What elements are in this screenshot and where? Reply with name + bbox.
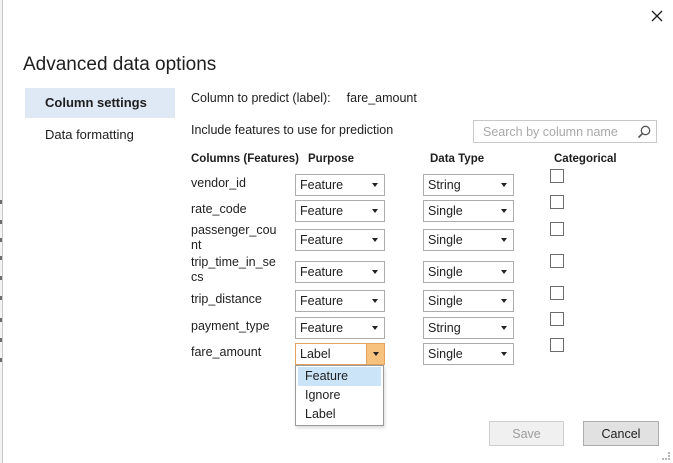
close-button[interactable] xyxy=(647,6,667,26)
column-search xyxy=(473,120,657,143)
chevron-down-icon xyxy=(495,344,513,364)
column-name: trip_distance xyxy=(191,292,262,306)
search-icon[interactable] xyxy=(636,124,652,140)
edge-mark xyxy=(0,256,2,260)
data-type-select[interactable]: Single xyxy=(423,229,514,251)
purpose-select[interactable]: Feature xyxy=(295,261,385,283)
categorical-checkbox[interactable] xyxy=(550,254,564,268)
data-type-value: Single xyxy=(428,233,463,247)
chevron-down-icon[interactable] xyxy=(366,344,384,364)
data-type-select[interactable]: String xyxy=(423,174,514,196)
categorical-checkbox[interactable] xyxy=(550,169,564,183)
chevron-down-icon xyxy=(495,201,513,221)
column-name: passenger_count xyxy=(191,223,277,252)
edge-mark xyxy=(0,338,2,342)
edge-mark xyxy=(0,276,2,280)
chevron-down-icon xyxy=(366,175,384,195)
cancel-button[interactable]: Cancel xyxy=(583,421,659,446)
data-type-select[interactable]: String xyxy=(423,317,514,339)
predict-label: Column to predict (label): xyxy=(191,91,331,105)
predict-value: fare_amount xyxy=(346,91,417,105)
chevron-down-icon xyxy=(366,262,384,282)
purpose-value: Feature xyxy=(300,265,344,279)
purpose-value: Feature xyxy=(300,204,344,218)
data-type-value: Single xyxy=(428,265,463,279)
purpose-select[interactable]: Feature xyxy=(295,317,385,339)
edge-mark xyxy=(0,238,2,242)
categorical-checkbox[interactable] xyxy=(550,338,564,352)
header-purpose: Purpose xyxy=(308,153,355,165)
chevron-down-icon xyxy=(495,230,513,250)
nav-item-column-settings[interactable]: Column settings xyxy=(25,88,175,118)
dropdown-option-label[interactable]: Label xyxy=(298,405,381,424)
purpose-value: Feature xyxy=(300,321,344,335)
chevron-down-icon xyxy=(366,318,384,338)
header-categorical: Categorical xyxy=(554,153,617,165)
dropdown-option-ignore[interactable]: Ignore xyxy=(298,386,381,405)
dropdown-option-feature[interactable]: Feature xyxy=(298,367,381,386)
chevron-down-icon xyxy=(495,262,513,282)
resize-grip-icon[interactable] xyxy=(662,452,670,460)
predict-row: Column to predict (label): fare_amount xyxy=(191,91,417,105)
purpose-select-open[interactable]: Label xyxy=(295,343,385,365)
categorical-checkbox[interactable] xyxy=(550,222,564,236)
data-type-select[interactable]: Single xyxy=(423,290,514,312)
nav-item-data-formatting[interactable]: Data formatting xyxy=(25,120,175,150)
purpose-value: Feature xyxy=(300,294,344,308)
data-type-value: Single xyxy=(428,294,463,308)
edge-mark xyxy=(0,200,2,204)
categorical-checkbox[interactable] xyxy=(550,195,564,209)
column-name: fare_amount xyxy=(191,345,262,359)
edge-mark xyxy=(0,358,2,362)
purpose-value: Feature xyxy=(300,233,344,247)
chevron-down-icon xyxy=(495,291,513,311)
chevron-down-icon xyxy=(366,201,384,221)
data-type-select[interactable]: Single xyxy=(423,261,514,283)
edge-mark xyxy=(0,296,2,300)
header-data-type: Data Type xyxy=(430,153,485,165)
edge-mark xyxy=(0,220,2,224)
chevron-down-icon xyxy=(495,318,513,338)
column-name: payment_type xyxy=(191,319,270,333)
header-columns: Columns (Features) xyxy=(191,153,299,165)
column-name: trip_time_in_secs xyxy=(191,255,276,284)
column-name: vendor_id xyxy=(191,176,246,190)
data-type-value: String xyxy=(428,321,461,335)
chevron-down-icon xyxy=(495,175,513,195)
save-button[interactable]: Save xyxy=(489,421,564,446)
edge-mark xyxy=(0,318,2,322)
purpose-value: Feature xyxy=(300,178,344,192)
purpose-select[interactable]: Feature xyxy=(295,174,385,196)
purpose-select[interactable]: Feature xyxy=(295,290,385,312)
categorical-checkbox[interactable] xyxy=(550,286,564,300)
chevron-down-icon xyxy=(366,230,384,250)
dialog-title: Advanced data options xyxy=(23,54,217,75)
search-input[interactable] xyxy=(474,121,624,142)
data-type-value: Single xyxy=(428,347,463,361)
data-type-select[interactable]: Single xyxy=(423,343,514,365)
column-name: rate_code xyxy=(191,202,247,216)
purpose-value: Label xyxy=(300,347,331,361)
purpose-select[interactable]: Feature xyxy=(295,229,385,251)
data-type-select[interactable]: Single xyxy=(423,200,514,222)
settings-nav: Column settings Data formatting xyxy=(25,88,175,150)
include-features-label: Include features to use for prediction xyxy=(191,123,394,137)
categorical-checkbox[interactable] xyxy=(550,312,564,326)
chevron-down-icon xyxy=(366,291,384,311)
data-type-value: Single xyxy=(428,204,463,218)
close-icon xyxy=(651,10,663,22)
data-type-value: String xyxy=(428,178,461,192)
purpose-dropdown-list: Feature Ignore Label xyxy=(295,365,384,426)
purpose-select[interactable]: Feature xyxy=(295,200,385,222)
background-window-edge xyxy=(0,0,3,463)
